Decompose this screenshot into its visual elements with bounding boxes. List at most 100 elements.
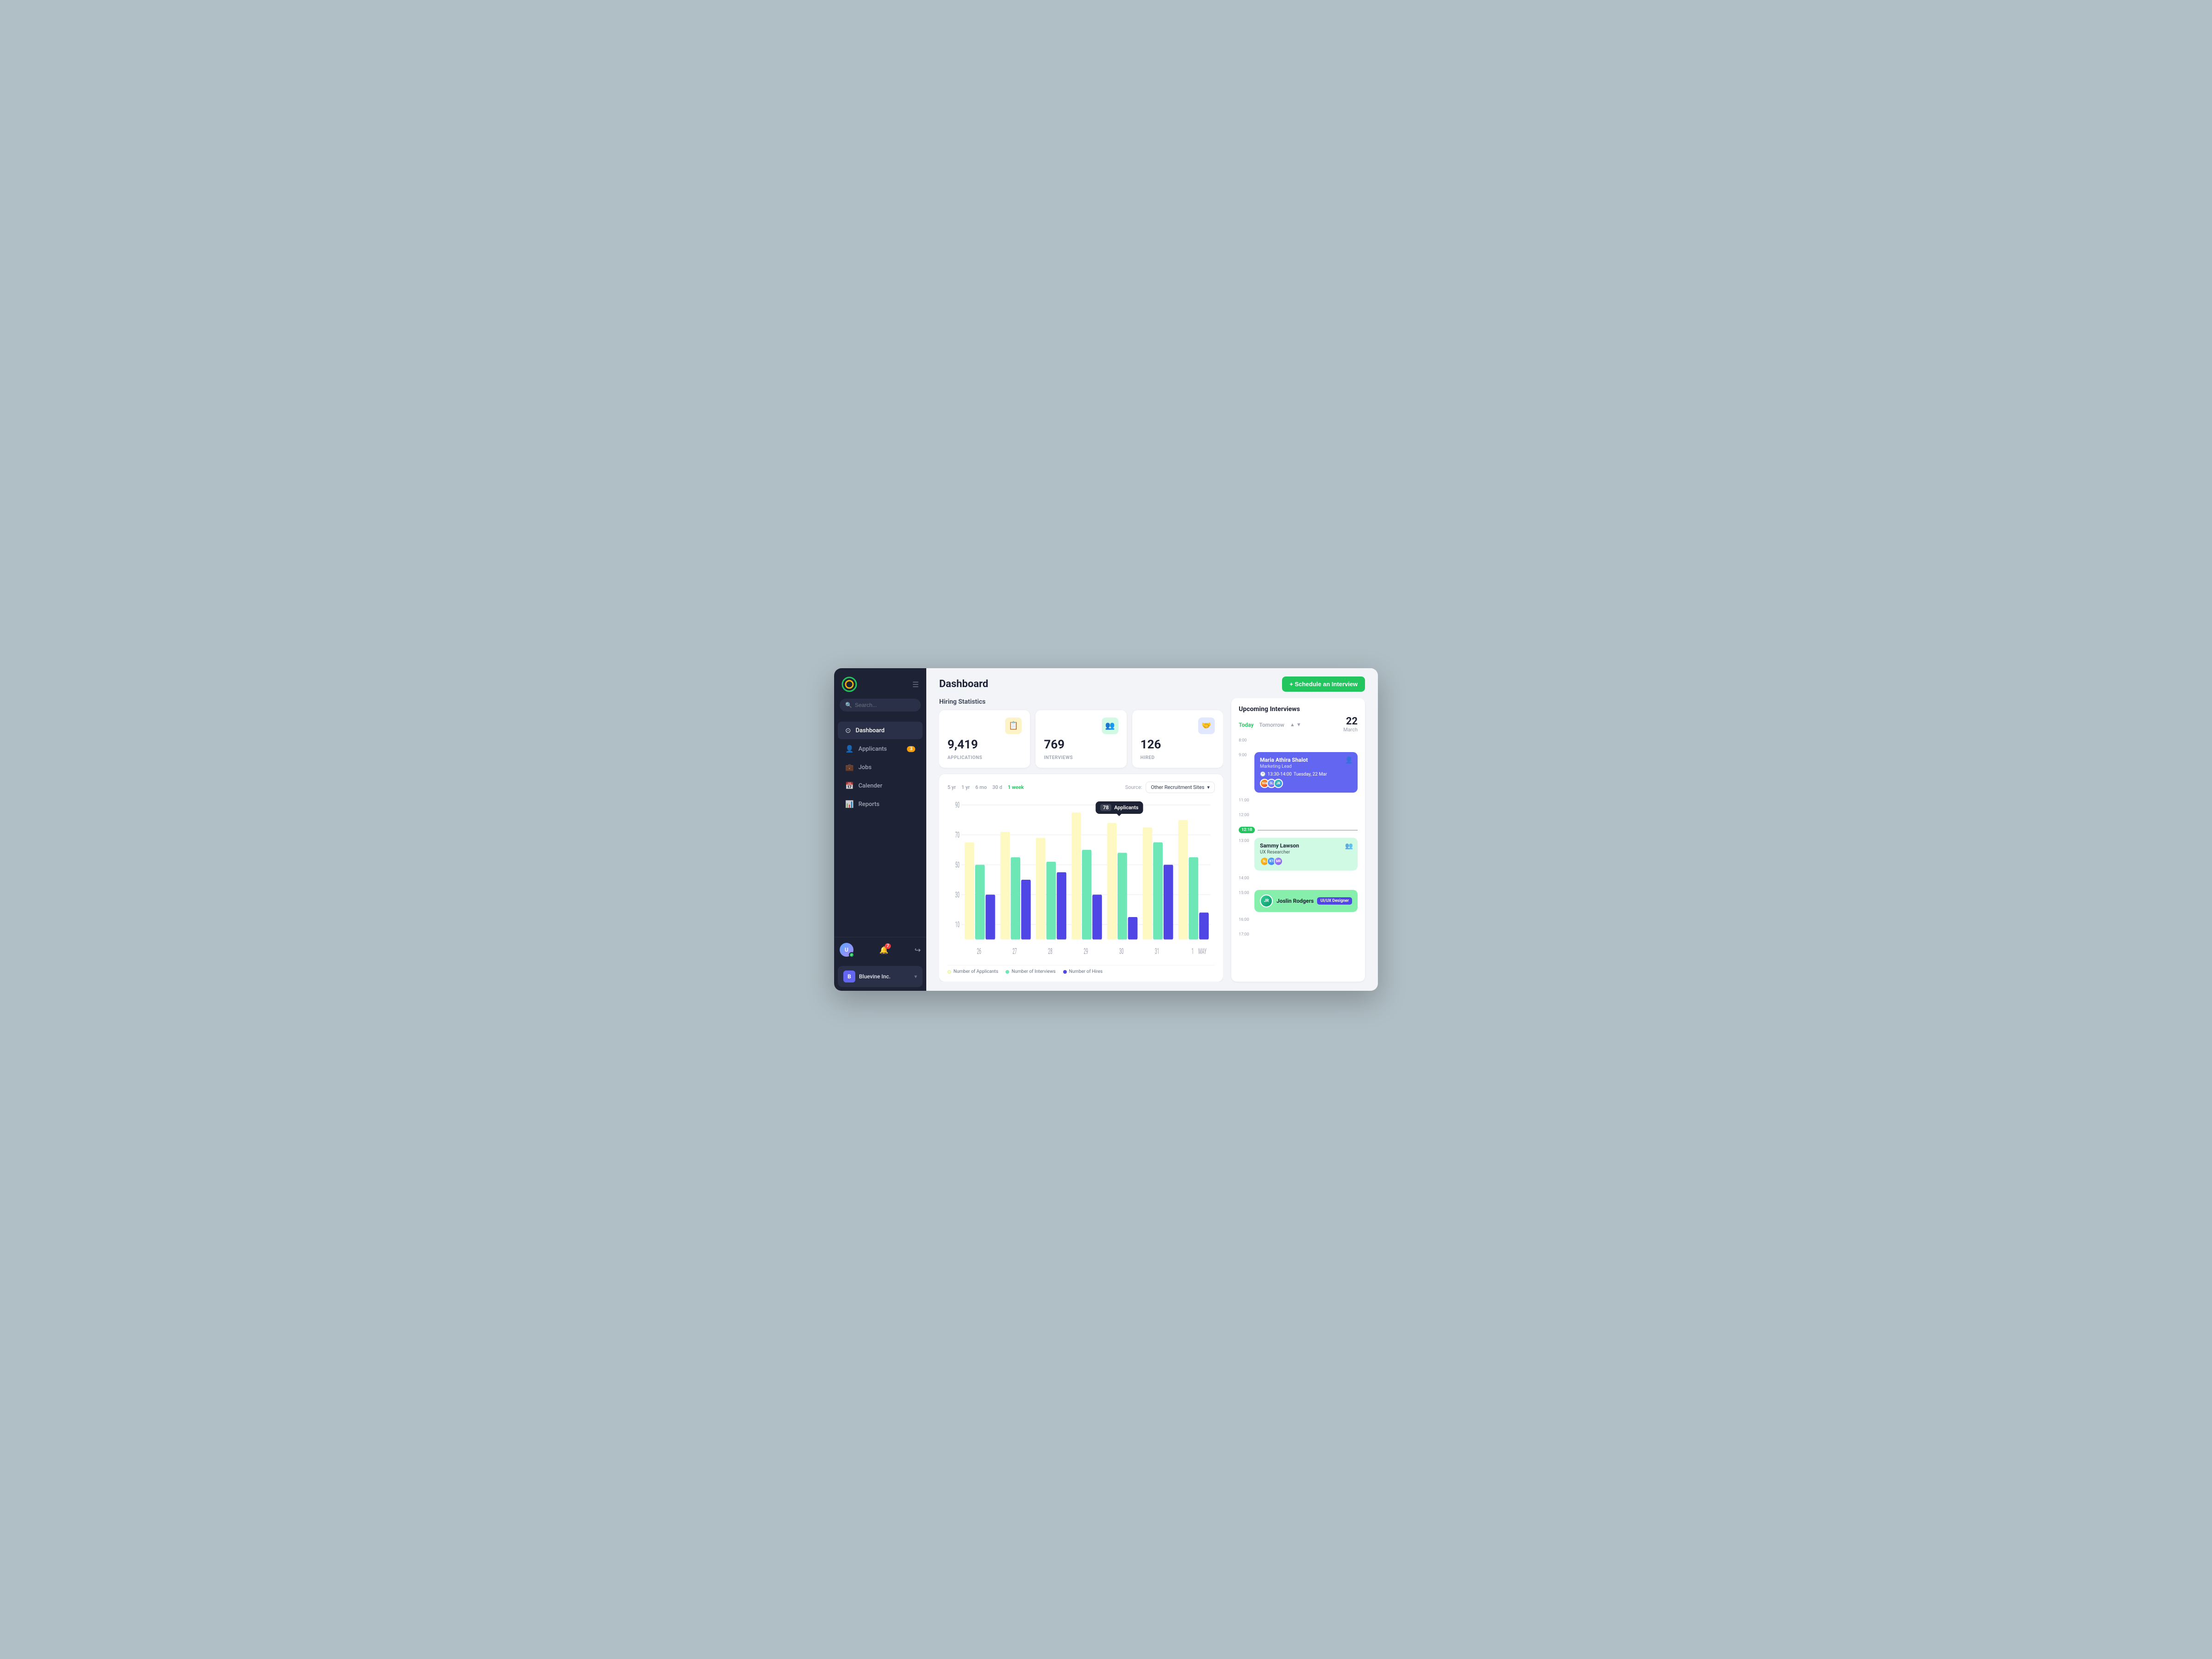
date-day: 22: [1343, 717, 1358, 727]
applications-value: 9,419: [947, 738, 1022, 752]
svg-text:1: 1: [1192, 947, 1194, 956]
jobs-icon: 💼: [845, 763, 854, 771]
current-time-indicator: 12:18: [1239, 827, 1358, 833]
svg-text:10: 10: [955, 920, 960, 930]
time-slot-800: 8:00: [1239, 737, 1358, 747]
sidebar-header: ☰: [834, 668, 926, 699]
time-slot-900: 9:00 👤 Maria Athira Shalot Marketing Lea…: [1239, 752, 1358, 793]
notification-badge: 7: [885, 943, 891, 949]
interviewee-role-sammy: UX Researcher: [1260, 850, 1352, 855]
sidebar-nav: ⊙ Dashboard 👤 Applicants 3 💼 Jobs 📅 Cale…: [834, 719, 926, 937]
chart-legend: Number of Applicants Number of Interview…: [947, 965, 1215, 974]
legend-applicants: Number of Applicants: [947, 969, 998, 974]
legend-interviews: Number of Interviews: [1006, 969, 1055, 974]
applicants-badge: 3: [907, 746, 915, 752]
topbar: Dashboard + Schedule an Interview: [926, 668, 1378, 698]
time-content-1700: [1254, 931, 1358, 941]
people-icon: 👥: [1345, 842, 1353, 850]
company-selector[interactable]: B Bluevine Inc. ▾: [838, 966, 923, 987]
time-slot-1600: 16:00: [1239, 917, 1358, 927]
tooltip-label: Applicants: [1114, 805, 1138, 811]
tab-today[interactable]: Today: [1239, 722, 1253, 728]
applicants-icon: 👤: [845, 745, 854, 753]
interview-card-maria[interactable]: 👤 Maria Athira Shalot Marketing Lead 🕐 1…: [1254, 752, 1358, 793]
time-slot-1300: 13:00 👥 Sammy Lawson UX Researcher SL KT: [1239, 838, 1358, 871]
hired-icon: 🤝: [1198, 718, 1215, 734]
time-label-1200: 12:00: [1239, 812, 1251, 822]
filter-1week[interactable]: 1 week: [1008, 784, 1024, 790]
time-content-1100: [1254, 797, 1358, 807]
svg-text:MAY: MAY: [1198, 947, 1206, 956]
current-time-badge: 12:18: [1239, 827, 1255, 833]
logout-button[interactable]: ↪: [915, 946, 921, 954]
date-nav: Today Tomorrow ▲▼ 22 March: [1239, 717, 1358, 733]
svg-text:50: 50: [955, 860, 960, 870]
hired-value: 126: [1141, 738, 1215, 752]
svg-text:31: 31: [1155, 947, 1159, 956]
notifications-button[interactable]: 🔔 7: [879, 946, 888, 954]
legend-dot-interviews: [1006, 970, 1009, 974]
legend-dot-hires: [1063, 970, 1067, 974]
interviewee-name-joslin: Joslin Rodgers: [1277, 898, 1314, 904]
svg-text:29: 29: [1084, 947, 1088, 956]
source-value: Other Recruitment Sites: [1151, 784, 1204, 790]
legend-label-interviews: Number of Interviews: [1012, 969, 1055, 974]
time-label-1700: 17:00: [1239, 931, 1251, 941]
time-label-1100: 11:00: [1239, 797, 1251, 807]
sidebar-search[interactable]: 🔍: [840, 699, 921, 712]
mini-avatar-s3: MR: [1274, 857, 1283, 866]
time-content-800: [1254, 737, 1358, 747]
stat-card-hired: 🤝 126 HIRED: [1132, 710, 1223, 768]
page-title: Dashboard: [939, 678, 988, 690]
filter-6mo[interactable]: 6 mo: [976, 784, 987, 790]
legend-dot-applicants: [947, 970, 951, 974]
time-content-1500: JR Joslin Rodgers UI/UX Designer: [1254, 890, 1358, 912]
chart-tooltip: 78 Applicants: [1095, 801, 1143, 814]
svg-text:26: 26: [977, 947, 982, 956]
interview-card-sammy[interactable]: 👥 Sammy Lawson UX Researcher SL KT MR: [1254, 838, 1358, 871]
sidebar-item-label: Jobs: [859, 764, 872, 771]
svg-text:30: 30: [955, 890, 960, 900]
sidebar-collapse-icon[interactable]: ☰: [912, 680, 919, 689]
dashboard-icon: ⊙: [845, 726, 851, 735]
time-str-maria: 13:30-14:00: [1267, 772, 1292, 777]
chart-header: 5 yr 1 yr 6 mo 30 d 1 week Source: Other…: [947, 782, 1215, 793]
interviews-label: INTERVIEWS: [1044, 755, 1118, 760]
stats-title: Hiring Statistics: [939, 698, 1223, 706]
user-avatar: U ✓: [840, 943, 853, 957]
calendar-icon: 📅: [845, 782, 854, 790]
sidebar-item-jobs[interactable]: 💼 Jobs: [838, 759, 923, 776]
sidebar-footer: U ✓ 🔔 7 ↪: [834, 937, 926, 962]
stats-section: Hiring Statistics 📋 9,419 APPLICATIONS 👥…: [939, 698, 1223, 768]
interview-card-joslin[interactable]: JR Joslin Rodgers UI/UX Designer: [1254, 890, 1358, 912]
time-slot-1700: 17:00: [1239, 931, 1358, 941]
date-month: March: [1343, 727, 1358, 733]
tab-tomorrow[interactable]: Tomorrow: [1259, 722, 1284, 728]
sidebar-item-reports[interactable]: 📊 Reports: [838, 795, 923, 813]
tooltip-value: 78: [1100, 804, 1112, 811]
timeline: 8:00 9:00 👤 Maria Athira Shalot: [1239, 737, 1358, 974]
filter-30d[interactable]: 30 d: [992, 784, 1002, 790]
time-label-1400: 14:00: [1239, 875, 1251, 885]
sidebar-item-label: Applicants: [859, 746, 887, 753]
legend-label-applicants: Number of Applicants: [953, 969, 998, 974]
main-content: Dashboard + Schedule an Interview Hiring…: [926, 668, 1378, 991]
applications-icon: 📋: [1005, 718, 1022, 734]
filter-5yr[interactable]: 5 yr: [947, 784, 956, 790]
time-content-900: 👤 Maria Athira Shalot Marketing Lead 🕐 1…: [1254, 752, 1358, 793]
sidebar-item-calendar[interactable]: 📅 Calender: [838, 777, 923, 794]
date-arrows[interactable]: ▲▼: [1290, 722, 1301, 728]
filter-1yr[interactable]: 1 yr: [961, 784, 970, 790]
time-content-1300: 👥 Sammy Lawson UX Researcher SL KT MR: [1254, 838, 1358, 871]
search-input[interactable]: [855, 702, 915, 708]
source-dropdown[interactable]: Other Recruitment Sites ▾: [1146, 782, 1215, 793]
sidebar-item-applicants[interactable]: 👤 Applicants 3: [838, 740, 923, 758]
interviewee-name-maria: Maria Athira Shalot: [1260, 757, 1352, 763]
sidebar-item-dashboard[interactable]: ⊙ Dashboard: [838, 722, 923, 739]
mini-avatar-3: JR: [1274, 779, 1283, 788]
interview-avatars-sammy: SL KT MR: [1260, 857, 1352, 866]
stat-card-interviews: 👥 769 INTERVIEWS: [1035, 710, 1126, 768]
time-label-1500: 15:00: [1239, 890, 1251, 912]
schedule-interview-button[interactable]: + Schedule an Interview: [1282, 677, 1365, 692]
company-chevron-icon: ▾: [914, 973, 917, 980]
